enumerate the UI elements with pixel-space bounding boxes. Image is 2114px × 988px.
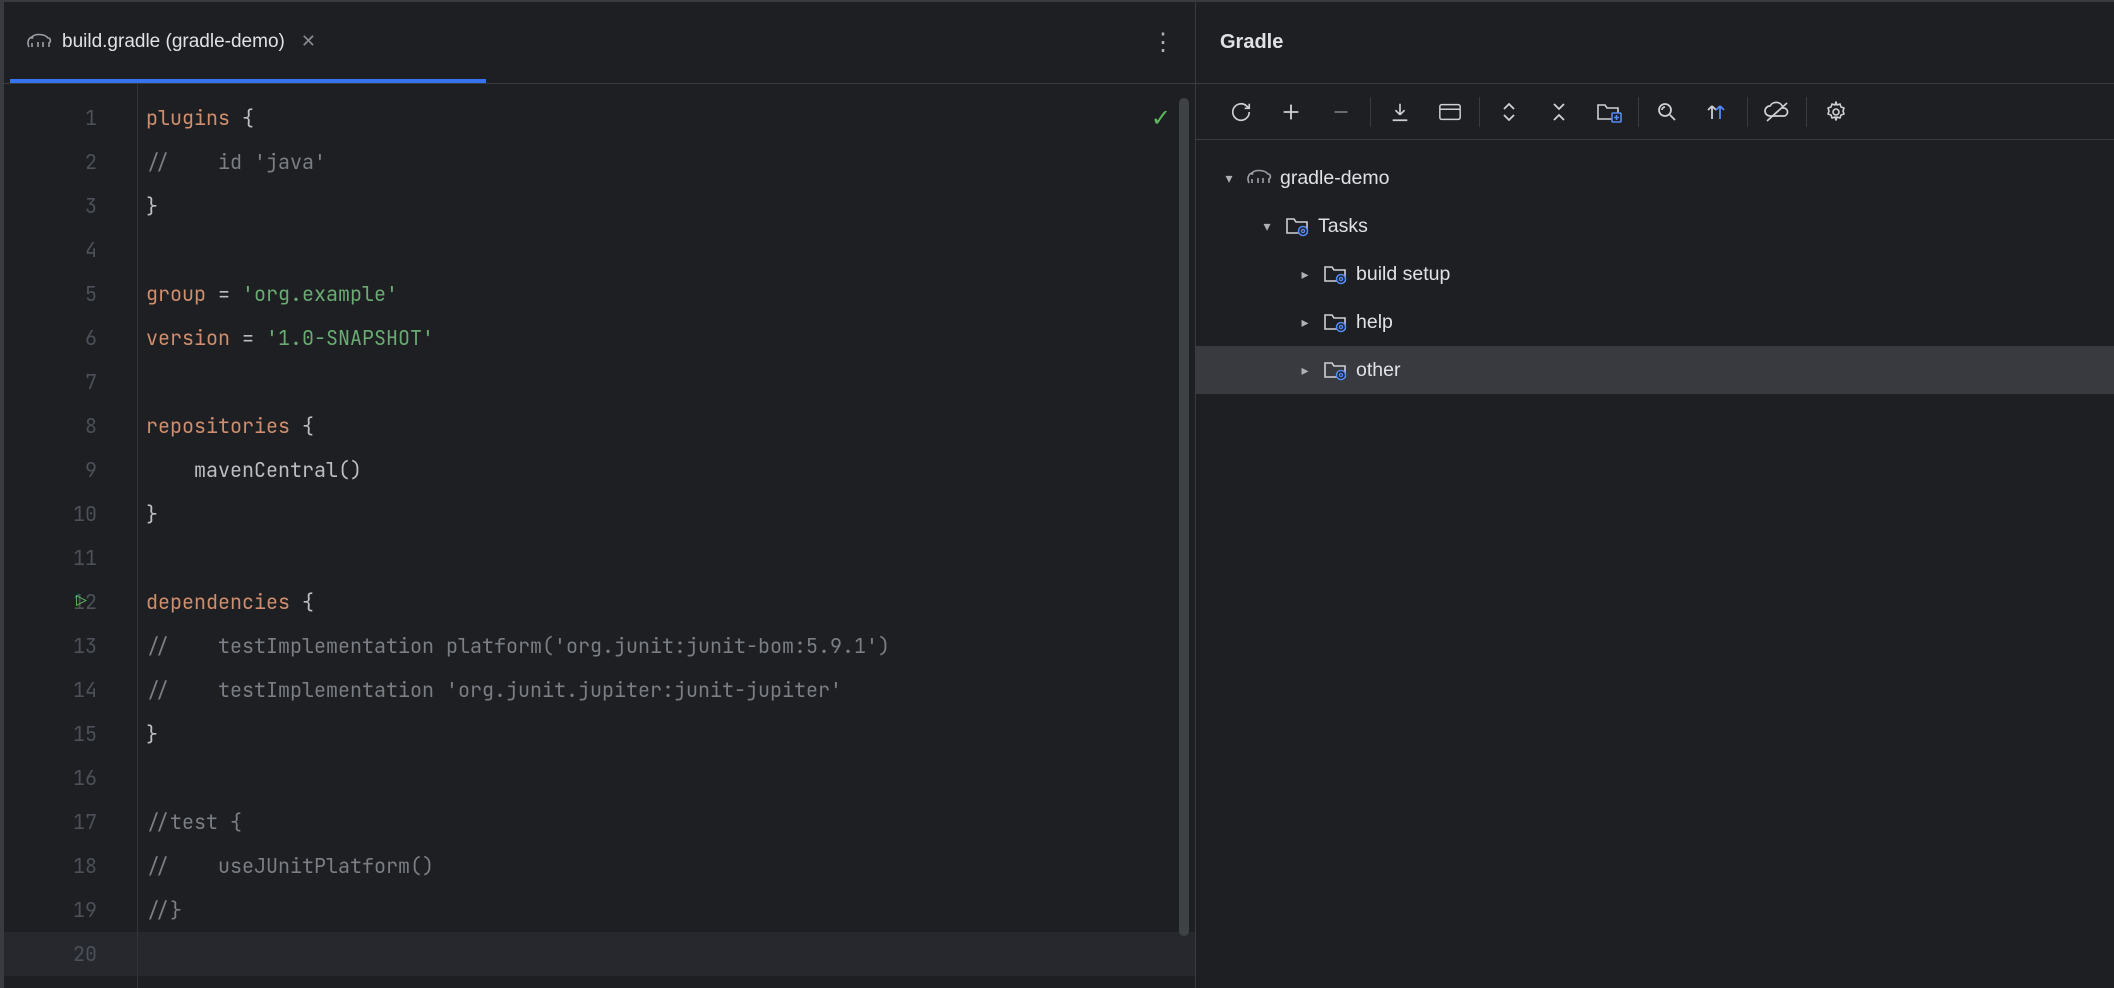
add-icon[interactable] <box>1266 92 1316 132</box>
code-line[interactable]: plugins { <box>146 96 1195 140</box>
line-number: 19 <box>4 888 97 932</box>
collapse-all-icon[interactable] <box>1534 92 1584 132</box>
tab-title: build.gradle (gradle-demo) <box>62 31 285 53</box>
tree-label: build setup <box>1356 263 1450 286</box>
code-line[interactable]: } <box>146 492 1195 536</box>
code-line[interactable]: //} <box>146 888 1195 932</box>
code-line[interactable]: // id 'java' <box>146 140 1195 184</box>
tab-bar: build.gradle (gradle-demo) ✕ ⋮ <box>4 2 1195 84</box>
line-number: 11 <box>4 536 97 580</box>
code-line[interactable]: version = '1.0-SNAPSHOT' <box>146 316 1195 360</box>
close-icon[interactable]: ✕ <box>301 31 316 52</box>
line-number: 20 <box>4 932 97 976</box>
analyze-icon[interactable] <box>1643 92 1693 132</box>
chevron-down-icon: ▾ <box>1258 218 1276 235</box>
tree-root-gradle-demo[interactable]: ▾ gradle-demo <box>1196 154 2114 202</box>
refresh-icon[interactable] <box>1216 92 1266 132</box>
code-line[interactable]: mavenCentral() <box>146 448 1195 492</box>
code-line[interactable]: // useJUnitPlatform() <box>146 844 1195 888</box>
line-number: 5 <box>4 272 97 316</box>
tree-node-tasks[interactable]: ▾ Tasks <box>1196 202 2114 250</box>
code-line[interactable]: //test { <box>146 800 1195 844</box>
chevron-down-icon: ▾ <box>1220 170 1238 187</box>
remove-icon[interactable] <box>1316 92 1366 132</box>
elephant-icon <box>26 31 52 53</box>
expand-all-icon[interactable] <box>1484 92 1534 132</box>
code-line[interactable] <box>146 360 1195 404</box>
gradle-toolbar <box>1196 84 2114 140</box>
chevron-right-icon: ▸ <box>1296 314 1314 331</box>
run-gutter-icon[interactable]: ▷ <box>76 580 87 624</box>
file-tab[interactable]: build.gradle (gradle-demo) ✕ <box>26 31 316 55</box>
line-number: 12▷ <box>4 580 97 624</box>
tree-label: help <box>1356 311 1393 334</box>
elephant-icon <box>1246 167 1272 189</box>
code-line[interactable]: // testImplementation 'org.junit.jupiter… <box>146 668 1195 712</box>
folder-gear-icon <box>1322 311 1348 333</box>
code-line[interactable]: // testImplementation platform('org.juni… <box>146 624 1195 668</box>
tree-node-other[interactable]: ▸ other <box>1196 346 2114 394</box>
gradle-tree: ▾ gradle-demo ▾ Tasks ▸build setup▸help▸… <box>1196 140 2114 394</box>
line-number: 3 <box>4 184 97 228</box>
line-number: 4 <box>4 228 97 272</box>
more-icon[interactable]: ⋮ <box>1151 28 1175 57</box>
tree-node-help[interactable]: ▸ help <box>1196 298 2114 346</box>
line-number: 16 <box>4 756 97 800</box>
line-number: 9 <box>4 448 97 492</box>
line-number: 1 <box>4 96 97 140</box>
tree-label: Tasks <box>1318 215 1368 238</box>
code-content[interactable]: plugins {// id 'java'} group = 'org.exam… <box>138 84 1195 988</box>
tree-node-build-setup[interactable]: ▸ build setup <box>1196 250 2114 298</box>
code-line[interactable]: } <box>146 184 1195 228</box>
line-number: 10 <box>4 492 97 536</box>
editor-pane: build.gradle (gradle-demo) ✕ ⋮ 123456789… <box>0 0 1196 988</box>
folder-gear-icon <box>1284 215 1310 237</box>
gutter: 123456789101112▷1314151617181920 <box>4 84 138 988</box>
line-number: 15 <box>4 712 97 756</box>
tree-label: gradle-demo <box>1280 167 1389 190</box>
offline-icon[interactable] <box>1752 92 1802 132</box>
line-number: 6 <box>4 316 97 360</box>
settings-icon[interactable] <box>1811 92 1861 132</box>
editor-area[interactable]: 123456789101112▷1314151617181920 plugins… <box>4 84 1195 988</box>
line-number: 7 <box>4 360 97 404</box>
inspection-ok-icon[interactable]: ✓ <box>1151 104 1171 133</box>
gradle-tool-window: Gradle <box>1196 0 2114 988</box>
run-config-icon[interactable] <box>1425 92 1475 132</box>
line-number: 8 <box>4 404 97 448</box>
folder-gear-icon <box>1322 263 1348 285</box>
gradle-title: Gradle <box>1196 2 2114 84</box>
select-folder-icon[interactable] <box>1584 92 1634 132</box>
chevron-right-icon: ▸ <box>1296 362 1314 379</box>
code-line[interactable] <box>146 228 1195 272</box>
line-number: 2 <box>4 140 97 184</box>
upload-sort-icon[interactable] <box>1693 92 1743 132</box>
download-icon[interactable] <box>1375 92 1425 132</box>
scrollbar[interactable] <box>1179 98 1189 936</box>
code-line[interactable]: } <box>146 712 1195 756</box>
line-number: 18 <box>4 844 97 888</box>
code-line[interactable]: repositories { <box>146 404 1195 448</box>
chevron-right-icon: ▸ <box>1296 266 1314 283</box>
line-number: 13 <box>4 624 97 668</box>
line-number: 14 <box>4 668 97 712</box>
line-number: 17 <box>4 800 97 844</box>
code-line[interactable] <box>146 536 1195 580</box>
code-line[interactable]: dependencies { <box>146 580 1195 624</box>
folder-gear-icon <box>1322 359 1348 381</box>
code-line[interactable] <box>146 756 1195 800</box>
tree-label: other <box>1356 359 1400 382</box>
code-line[interactable]: group = 'org.example' <box>146 272 1195 316</box>
